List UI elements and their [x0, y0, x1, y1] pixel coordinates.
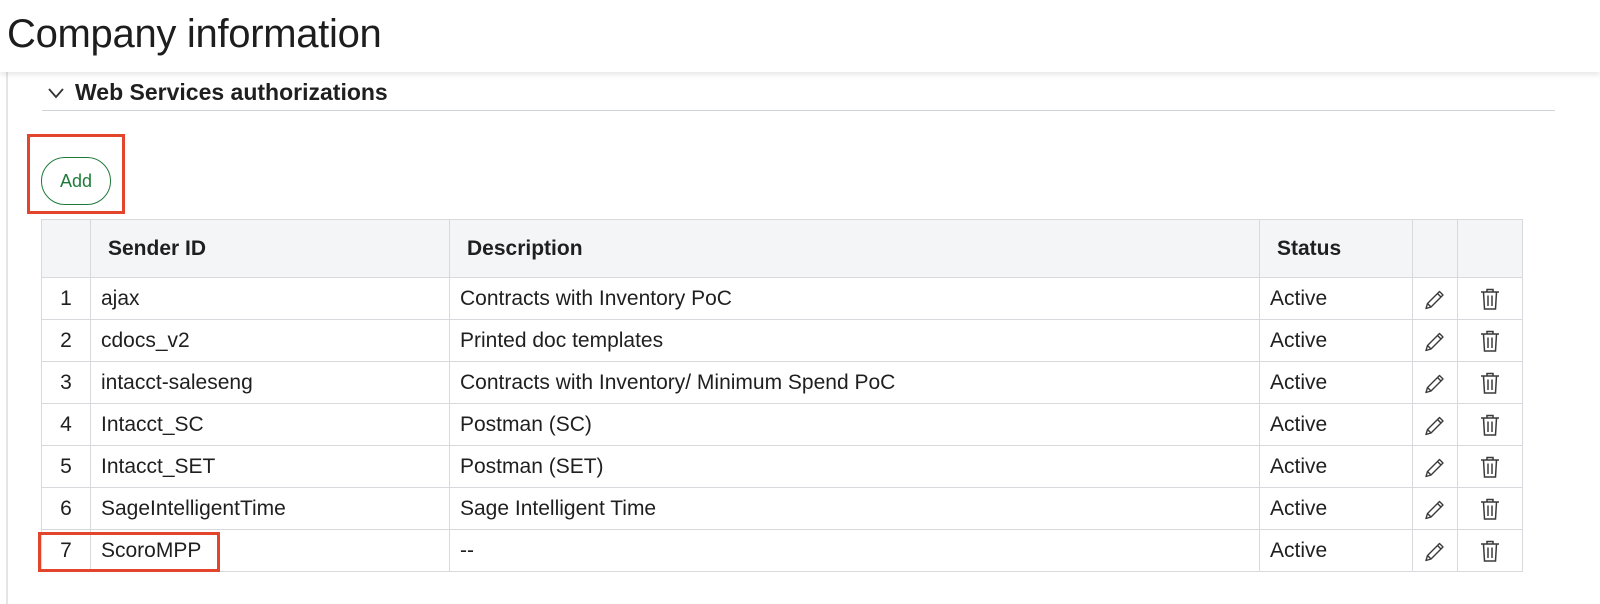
page-title: Company information: [7, 12, 382, 56]
delete-cell: [1457, 403, 1523, 446]
description-cell: Postman (SC): [449, 403, 1260, 446]
pencil-icon[interactable]: [1421, 369, 1449, 397]
row-number: 6: [41, 487, 91, 530]
edit-cell: [1412, 529, 1458, 572]
pencil-icon[interactable]: [1421, 285, 1449, 313]
pencil-icon[interactable]: [1421, 495, 1449, 523]
description-cell: Contracts with Inventory/ Minimum Spend …: [449, 361, 1260, 404]
column-header-edit: [1412, 219, 1458, 278]
description-cell: Printed doc templates: [449, 319, 1260, 362]
section-toggle-web-services[interactable]: Web Services authorizations: [42, 76, 1555, 111]
column-header-status[interactable]: Status: [1259, 219, 1413, 278]
sender-id-cell[interactable]: intacct-saleseng: [90, 361, 450, 404]
trash-icon[interactable]: [1476, 369, 1504, 397]
edit-cell: [1412, 403, 1458, 446]
edit-cell: [1412, 319, 1458, 362]
row-number: 5: [41, 445, 91, 488]
table-row: 7 ScoroMPP -- Active: [41, 529, 1523, 572]
column-header-description[interactable]: Description: [449, 219, 1260, 278]
table-row: 5 Intacct_SET Postman (SET) Active: [41, 445, 1523, 488]
sender-id-cell[interactable]: ajax: [90, 277, 450, 320]
sender-id-cell[interactable]: Intacct_SC: [90, 403, 450, 446]
trash-icon[interactable]: [1476, 285, 1504, 313]
delete-cell: [1457, 445, 1523, 488]
delete-cell: [1457, 319, 1523, 362]
table-row: 2 cdocs_v2 Printed doc templates Active: [41, 319, 1523, 362]
trash-icon[interactable]: [1476, 327, 1504, 355]
row-number: 7: [41, 529, 91, 572]
status-cell: Active: [1259, 487, 1413, 530]
row-number: 4: [41, 403, 91, 446]
description-cell: Postman (SET): [449, 445, 1260, 488]
delete-cell: [1457, 487, 1523, 530]
delete-cell: [1457, 529, 1523, 572]
sender-id-cell[interactable]: SageIntelligentTime: [90, 487, 450, 530]
trash-icon[interactable]: [1476, 411, 1504, 439]
description-cell: --: [449, 529, 1260, 572]
table-row: 4 Intacct_SC Postman (SC) Active: [41, 403, 1523, 446]
table-row: 6 SageIntelligentTime Sage Intelligent T…: [41, 487, 1523, 530]
status-cell: Active: [1259, 529, 1413, 572]
delete-cell: [1457, 277, 1523, 320]
chevron-down-icon: [48, 88, 64, 99]
left-divider: [6, 72, 8, 604]
page-header: Company information: [0, 0, 1600, 72]
status-cell: Active: [1259, 319, 1413, 362]
table-header-row: Sender ID Description Status: [41, 219, 1523, 278]
edit-cell: [1412, 361, 1458, 404]
sender-id-cell[interactable]: cdocs_v2: [90, 319, 450, 362]
edit-cell: [1412, 277, 1458, 320]
status-cell: Active: [1259, 277, 1413, 320]
trash-icon[interactable]: [1476, 495, 1504, 523]
pencil-icon[interactable]: [1421, 453, 1449, 481]
pencil-icon[interactable]: [1421, 411, 1449, 439]
status-cell: Active: [1259, 445, 1413, 488]
edit-cell: [1412, 487, 1458, 530]
authorizations-table: Sender ID Description Status 1 ajax Cont…: [41, 219, 1523, 572]
description-cell: Sage Intelligent Time: [449, 487, 1260, 530]
table-row: 1 ajax Contracts with Inventory PoC Acti…: [41, 277, 1523, 320]
row-number: 1: [41, 277, 91, 320]
sender-id-cell[interactable]: Intacct_SET: [90, 445, 450, 488]
pencil-icon[interactable]: [1421, 327, 1449, 355]
column-header-sender-id[interactable]: Sender ID: [90, 219, 450, 278]
column-header-delete: [1457, 219, 1523, 278]
table-body: 1 ajax Contracts with Inventory PoC Acti…: [41, 277, 1523, 572]
edit-cell: [1412, 445, 1458, 488]
row-number: 2: [41, 319, 91, 362]
description-cell: Contracts with Inventory PoC: [449, 277, 1260, 320]
trash-icon[interactable]: [1476, 453, 1504, 481]
section-title: Web Services authorizations: [75, 79, 388, 105]
row-number: 3: [41, 361, 91, 404]
table-row: 3 intacct-saleseng Contracts with Invent…: [41, 361, 1523, 404]
add-button[interactable]: Add: [41, 157, 111, 205]
status-cell: Active: [1259, 403, 1413, 446]
trash-icon[interactable]: [1476, 537, 1504, 565]
delete-cell: [1457, 361, 1523, 404]
status-cell: Active: [1259, 361, 1413, 404]
pencil-icon[interactable]: [1421, 537, 1449, 565]
sender-id-cell[interactable]: ScoroMPP: [90, 529, 450, 572]
column-header-index: [41, 219, 91, 278]
